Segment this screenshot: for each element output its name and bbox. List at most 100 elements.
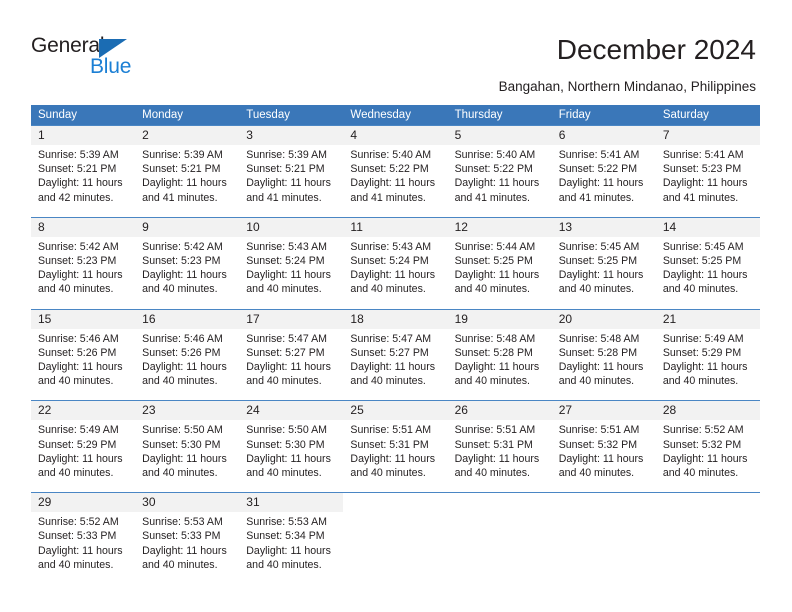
weekday-header-monday: Monday — [142, 109, 184, 121]
week-row: 8 Sunrise: 5:42 AM Sunset: 5:23 PM Dayli… — [31, 216, 760, 309]
day-cell[interactable]: 25 Sunrise: 5:51 AM Sunset: 5:31 PM Dayl… — [343, 401, 448, 492]
day-cell[interactable]: 18 Sunrise: 5:47 AM Sunset: 5:27 PM Dayl… — [343, 309, 448, 401]
day-number: 15 — [31, 309, 136, 329]
daylight-text-line1: Daylight: 11 hours — [662, 177, 748, 190]
sunrise-text: Sunrise: 5:42 AM — [142, 240, 223, 253]
day-cell[interactable]: 17 Sunrise: 5:47 AM Sunset: 5:27 PM Dayl… — [239, 309, 344, 401]
sunset-text: Sunset: 5:25 PM — [558, 255, 638, 268]
daylight-text-line2: and 41 minutes. — [246, 191, 322, 204]
day-number: 16 — [135, 309, 240, 329]
day-cell[interactable]: 11 Sunrise: 5:43 AM Sunset: 5:24 PM Dayl… — [343, 217, 448, 309]
day-cell[interactable]: 5 Sunrise: 5:40 AM Sunset: 5:22 PM Dayli… — [447, 126, 552, 217]
day-number: 21 — [655, 309, 760, 329]
daylight-text-line1: Daylight: 11 hours — [142, 269, 227, 282]
daylight-text-line1: Daylight: 11 hours — [246, 452, 331, 465]
day-cell[interactable]: 10 Sunrise: 5:43 AM Sunset: 5:24 PM Dayl… — [239, 217, 344, 309]
day-cell[interactable]: 31 Sunrise: 5:53 AM Sunset: 5:34 PM Dayl… — [239, 493, 344, 584]
daylight-text-line2: and 41 minutes. — [142, 191, 218, 204]
day-cell[interactable]: 28 Sunrise: 5:52 AM Sunset: 5:32 PM Dayl… — [655, 401, 760, 492]
day-cell[interactable]: 7 Sunrise: 5:41 AM Sunset: 5:23 PM Dayli… — [655, 126, 760, 217]
day-cell[interactable]: 13 Sunrise: 5:45 AM Sunset: 5:25 PM Dayl… — [551, 217, 656, 309]
day-cell[interactable]: 22 Sunrise: 5:49 AM Sunset: 5:29 PM Dayl… — [31, 401, 136, 492]
day-cell[interactable]: 23 Sunrise: 5:50 AM Sunset: 5:30 PM Dayl… — [135, 401, 240, 492]
day-cell[interactable]: 21 Sunrise: 5:49 AM Sunset: 5:29 PM Dayl… — [655, 309, 760, 401]
daylight-text-line2: and 40 minutes. — [558, 467, 635, 480]
day-number: 28 — [655, 401, 760, 421]
sunrise-text: Sunrise: 5:45 AM — [558, 240, 640, 253]
day-cell[interactable]: 26 Sunrise: 5:51 AM Sunset: 5:31 PM Dayl… — [447, 401, 552, 492]
sunset-text: Sunset: 5:23 PM — [38, 255, 117, 268]
sunrise-text: Sunrise: 5:40 AM — [350, 149, 432, 161]
day-number: 4 — [343, 126, 448, 145]
daylight-text-line2: and 40 minutes. — [454, 283, 530, 296]
daylight-text-line1: Daylight: 11 hours — [350, 269, 436, 282]
week-row: 22 Sunrise: 5:49 AM Sunset: 5:29 PM Dayl… — [31, 400, 760, 492]
day-cell[interactable]: 15 Sunrise: 5:46 AM Sunset: 5:26 PM Dayl… — [31, 309, 136, 401]
day-cell[interactable]: 16 Sunrise: 5:46 AM Sunset: 5:26 PM Dayl… — [135, 309, 240, 401]
day-cell[interactable]: 9 Sunrise: 5:42 AM Sunset: 5:23 PM Dayli… — [135, 217, 240, 309]
daylight-text-line2: and 40 minutes. — [38, 558, 114, 571]
sunset-text: Sunset: 5:30 PM — [246, 438, 325, 451]
daylight-text-line1: Daylight: 11 hours — [38, 544, 123, 557]
sunset-text: Sunset: 5:22 PM — [558, 163, 638, 176]
sunrise-text: Sunrise: 5:43 AM — [350, 240, 432, 253]
day-number: 9 — [135, 217, 240, 237]
sunset-text: Sunset: 5:29 PM — [38, 438, 117, 451]
sunset-text: Sunset: 5:34 PM — [246, 530, 325, 543]
day-details: Sunrise: 5:42 AM Sunset: 5:23 PM Dayligh… — [31, 237, 135, 297]
day-details: Sunrise: 5:51 AM Sunset: 5:31 PM Dayligh… — [343, 420, 447, 480]
sunrise-text: Sunrise: 5:51 AM — [350, 424, 432, 437]
day-details: Sunrise: 5:39 AM Sunset: 5:21 PM Dayligh… — [31, 145, 135, 205]
sunset-text: Sunset: 5:27 PM — [350, 346, 429, 359]
day-cell[interactable]: 8 Sunrise: 5:42 AM Sunset: 5:23 PM Dayli… — [31, 217, 136, 309]
day-cell[interactable]: 30 Sunrise: 5:53 AM Sunset: 5:33 PM Dayl… — [135, 493, 240, 584]
day-details: Sunrise: 5:43 AM Sunset: 5:24 PM Dayligh… — [343, 237, 447, 297]
sunrise-text: Sunrise: 5:44 AM — [454, 240, 536, 253]
day-cell[interactable]: 24 Sunrise: 5:50 AM Sunset: 5:30 PM Dayl… — [239, 401, 344, 492]
daylight-text-line2: and 40 minutes. — [558, 283, 635, 296]
day-details: Sunrise: 5:39 AM Sunset: 5:21 PM Dayligh… — [135, 145, 239, 205]
day-cell[interactable]: 12 Sunrise: 5:44 AM Sunset: 5:25 PM Dayl… — [447, 217, 552, 309]
day-cell-empty — [551, 493, 656, 584]
day-number: 1 — [31, 126, 136, 145]
day-cell[interactable]: 29 Sunrise: 5:52 AM Sunset: 5:33 PM Dayl… — [31, 493, 136, 584]
day-details: Sunrise: 5:45 AM Sunset: 5:25 PM Dayligh… — [552, 237, 656, 297]
day-details: Sunrise: 5:44 AM Sunset: 5:25 PM Dayligh… — [448, 237, 552, 297]
day-cell[interactable]: 27 Sunrise: 5:51 AM Sunset: 5:32 PM Dayl… — [551, 401, 656, 492]
day-number: 13 — [551, 217, 656, 237]
daylight-text-line2: and 40 minutes. — [38, 283, 114, 296]
daylight-text-line2: and 40 minutes. — [246, 467, 322, 480]
sunrise-text: Sunrise: 5:50 AM — [142, 424, 223, 437]
sunrise-text: Sunrise: 5:51 AM — [558, 424, 640, 437]
daylight-text-line2: and 41 minutes. — [454, 191, 530, 204]
sunset-text: Sunset: 5:28 PM — [558, 346, 638, 359]
sunset-text: Sunset: 5:33 PM — [142, 530, 221, 543]
day-cell[interactable]: 14 Sunrise: 5:45 AM Sunset: 5:25 PM Dayl… — [655, 217, 760, 309]
day-cell[interactable]: 6 Sunrise: 5:41 AM Sunset: 5:22 PM Dayli… — [551, 126, 656, 217]
daylight-text-line1: Daylight: 11 hours — [246, 544, 331, 557]
day-cell[interactable]: 3 Sunrise: 5:39 AM Sunset: 5:21 PM Dayli… — [239, 126, 344, 217]
day-details: Sunrise: 5:48 AM Sunset: 5:28 PM Dayligh… — [448, 329, 552, 389]
day-details: Sunrise: 5:52 AM Sunset: 5:32 PM Dayligh… — [656, 420, 760, 480]
day-cell[interactable]: 20 Sunrise: 5:48 AM Sunset: 5:28 PM Dayl… — [551, 309, 656, 401]
general-blue-logo[interactable]: General Blue — [31, 34, 211, 86]
sunset-text: Sunset: 5:24 PM — [350, 255, 429, 268]
sunrise-text: Sunrise: 5:47 AM — [350, 332, 432, 345]
sunrise-text: Sunrise: 5:47 AM — [246, 332, 327, 345]
sunrise-text: Sunrise: 5:48 AM — [454, 332, 536, 345]
daylight-text-line2: and 40 minutes. — [246, 375, 322, 388]
sunset-text: Sunset: 5:27 PM — [246, 346, 325, 359]
day-number — [551, 493, 656, 513]
daylight-text-line1: Daylight: 11 hours — [558, 452, 644, 465]
daylight-text-line2: and 41 minutes. — [350, 191, 426, 204]
sunset-text: Sunset: 5:23 PM — [662, 163, 742, 176]
day-cell[interactable]: 4 Sunrise: 5:40 AM Sunset: 5:22 PM Dayli… — [343, 126, 448, 217]
day-cell[interactable]: 1 Sunrise: 5:39 AM Sunset: 5:21 PM Dayli… — [31, 126, 136, 217]
day-number: 26 — [447, 401, 552, 421]
daylight-text-line2: and 40 minutes. — [142, 283, 218, 296]
day-cell[interactable]: 19 Sunrise: 5:48 AM Sunset: 5:28 PM Dayl… — [447, 309, 552, 401]
sunrise-text: Sunrise: 5:46 AM — [142, 332, 223, 345]
day-details: Sunrise: 5:41 AM Sunset: 5:22 PM Dayligh… — [552, 145, 656, 205]
day-cell[interactable]: 2 Sunrise: 5:39 AM Sunset: 5:21 PM Dayli… — [135, 126, 240, 217]
daylight-text-line1: Daylight: 11 hours — [142, 361, 227, 374]
